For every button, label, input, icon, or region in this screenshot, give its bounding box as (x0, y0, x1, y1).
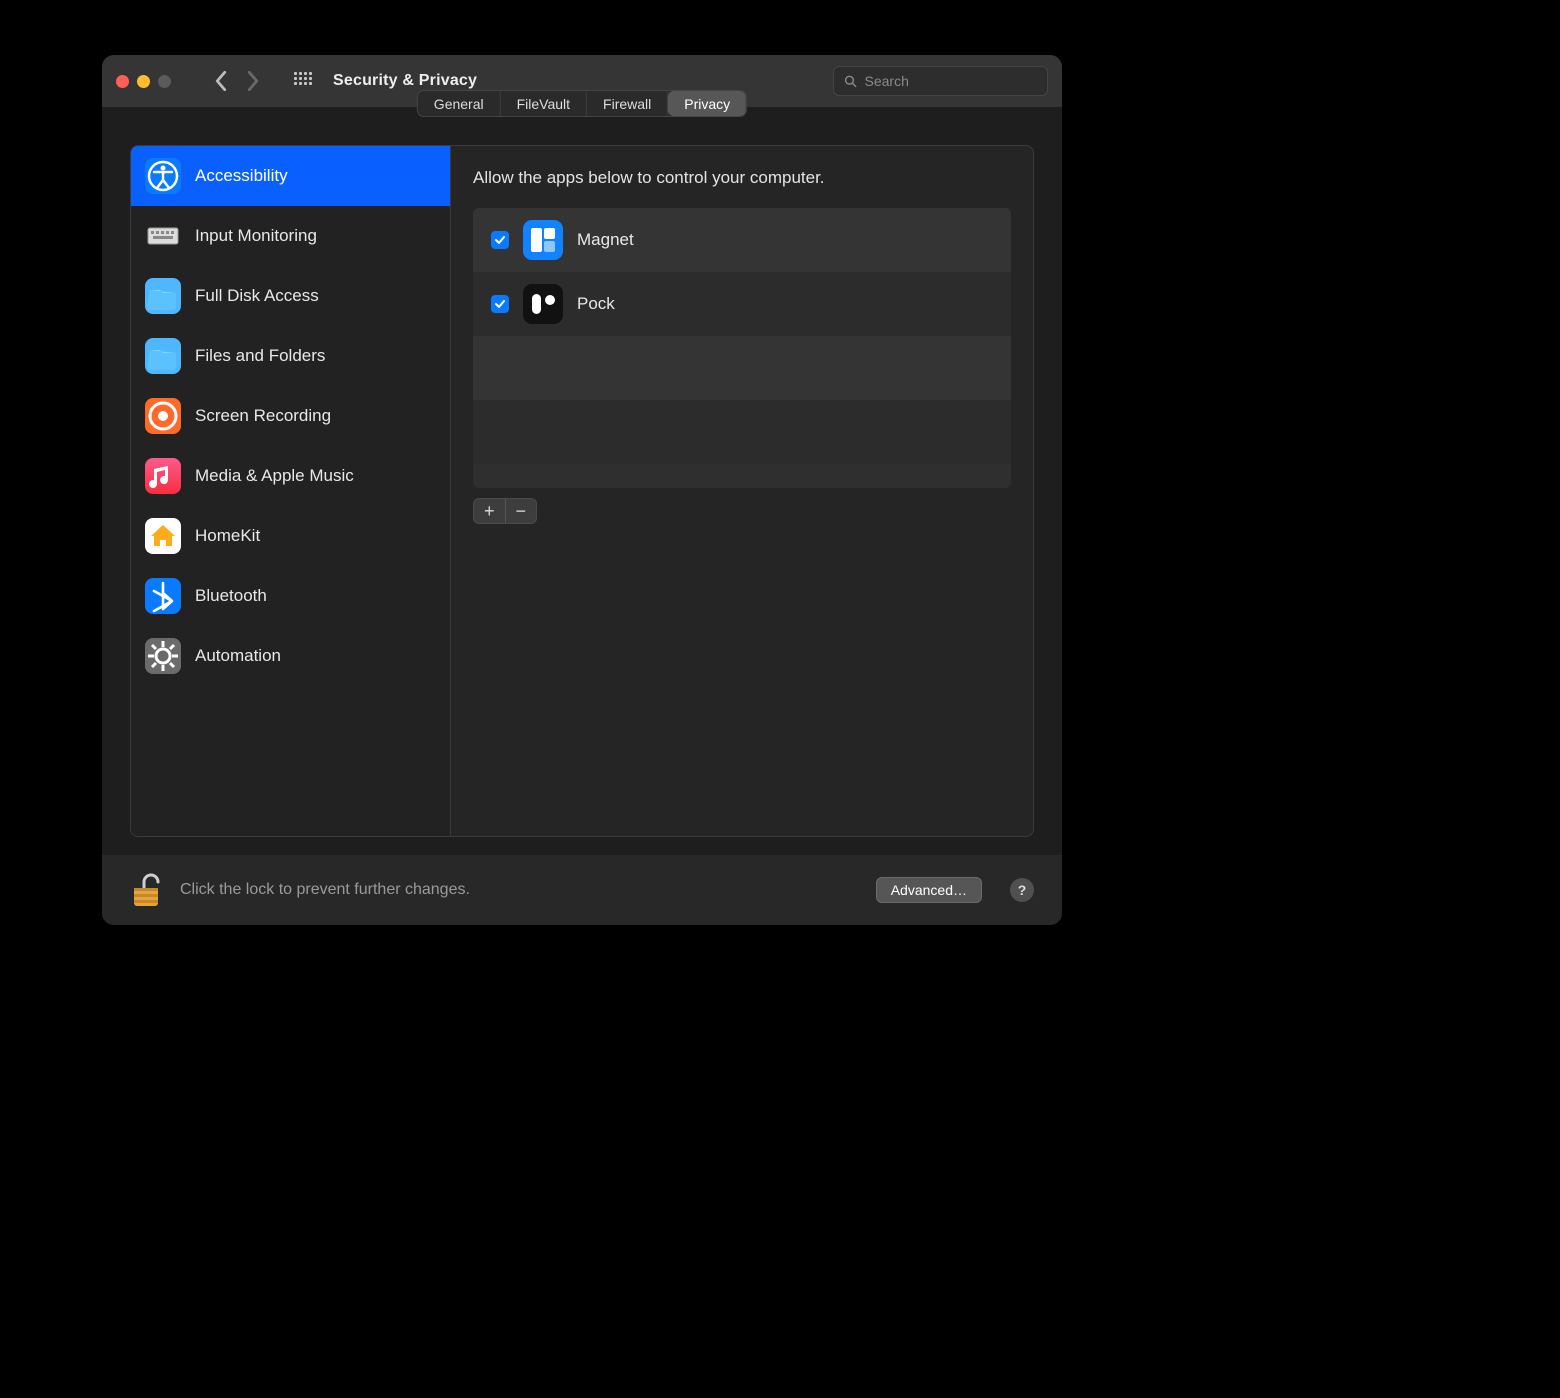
zoom-window-button[interactable] (158, 75, 171, 88)
search-input[interactable] (865, 73, 1037, 89)
remove-app-button[interactable]: − (505, 499, 537, 523)
sidebar-item-label: Input Monitoring (195, 226, 317, 246)
search-field[interactable] (833, 66, 1048, 96)
folder-icon (145, 278, 181, 314)
app-row-pock[interactable]: Pock (473, 272, 1011, 336)
sidebar-item-label: HomeKit (195, 526, 260, 546)
app-row-empty (473, 336, 1011, 400)
sidebar-item-label: Full Disk Access (195, 286, 319, 306)
privacy-panel: Accessibility Input Monitoring Full Disk A… (130, 145, 1034, 837)
close-window-button[interactable] (116, 75, 129, 88)
footer: Click the lock to prevent further change… (102, 855, 1062, 925)
record-circle-icon (145, 398, 181, 434)
music-note-icon (145, 458, 181, 494)
tab-filevault[interactable]: FileVault (501, 91, 587, 116)
magnet-app-icon (523, 220, 563, 260)
app-row-magnet[interactable]: Magnet (473, 208, 1011, 272)
privacy-description: Allow the apps below to control your com… (473, 168, 1011, 188)
minimize-window-button[interactable] (137, 75, 150, 88)
privacy-sidebar[interactable]: Accessibility Input Monitoring Full Disk A… (131, 146, 451, 836)
sidebar-item-screen-recording[interactable]: Screen Recording (131, 386, 450, 446)
folder-icon (145, 338, 181, 374)
lock-control[interactable]: Click the lock to prevent further change… (130, 870, 470, 910)
window-controls (116, 75, 171, 88)
bluetooth-icon (145, 578, 181, 614)
help-button[interactable]: ? (1010, 878, 1034, 902)
add-remove-control: + − (473, 498, 537, 524)
gear-icon (145, 638, 181, 674)
sidebar-item-label: Accessibility (195, 166, 288, 186)
keyboard-icon (145, 218, 181, 254)
pref-pane-body: GeneralFileVaultFirewallPrivacy Accessib… (102, 107, 1062, 855)
sidebar-item-label: Files and Folders (195, 346, 325, 366)
tabs: GeneralFileVaultFirewallPrivacy (417, 90, 747, 117)
sidebar-item-label: Automation (195, 646, 281, 666)
app-list[interactable]: Magnet Pock (473, 208, 1011, 488)
sidebar-item-media-apple-music[interactable]: Media & Apple Music (131, 446, 450, 506)
sidebar-item-files-and-folders[interactable]: Files and Folders (131, 326, 450, 386)
tab-firewall[interactable]: Firewall (587, 91, 668, 116)
accessibility-icon (145, 158, 181, 194)
sidebar-item-label: Bluetooth (195, 586, 267, 606)
advanced-button[interactable]: Advanced… (876, 877, 982, 903)
unlocked-lock-icon (130, 870, 166, 910)
app-name: Magnet (577, 230, 634, 250)
grid-icon (294, 72, 312, 90)
sidebar-item-full-disk-access[interactable]: Full Disk Access (131, 266, 450, 326)
app-name: Pock (577, 294, 615, 314)
system-preferences-window: Security & Privacy GeneralFileVaultFirew… (102, 55, 1062, 925)
sidebar-item-bluetooth[interactable]: Bluetooth (131, 566, 450, 626)
home-icon (145, 518, 181, 554)
app-checkbox[interactable] (491, 295, 509, 313)
privacy-content: Allow the apps below to control your com… (451, 146, 1033, 836)
chevron-right-icon (246, 71, 260, 91)
app-row-empty (473, 400, 1011, 464)
forward-button[interactable] (239, 67, 267, 95)
add-app-button[interactable]: + (474, 499, 505, 523)
sidebar-item-label: Media & Apple Music (195, 466, 354, 486)
sidebar-item-automation[interactable]: Automation (131, 626, 450, 686)
sidebar-item-homekit[interactable]: HomeKit (131, 506, 450, 566)
page-title: Security & Privacy (333, 72, 477, 90)
app-checkbox[interactable] (491, 231, 509, 249)
sidebar-item-label: Screen Recording (195, 406, 331, 426)
sidebar-item-accessibility[interactable]: Accessibility (131, 146, 450, 206)
tab-general[interactable]: General (418, 91, 501, 116)
show-all-prefs-button[interactable] (289, 67, 317, 95)
pock-app-icon (523, 284, 563, 324)
sidebar-item-input-monitoring[interactable]: Input Monitoring (131, 206, 450, 266)
tab-privacy[interactable]: Privacy (668, 91, 746, 116)
search-icon (844, 74, 857, 88)
lock-text: Click the lock to prevent further change… (180, 881, 470, 899)
back-button[interactable] (207, 67, 235, 95)
chevron-left-icon (214, 71, 228, 91)
